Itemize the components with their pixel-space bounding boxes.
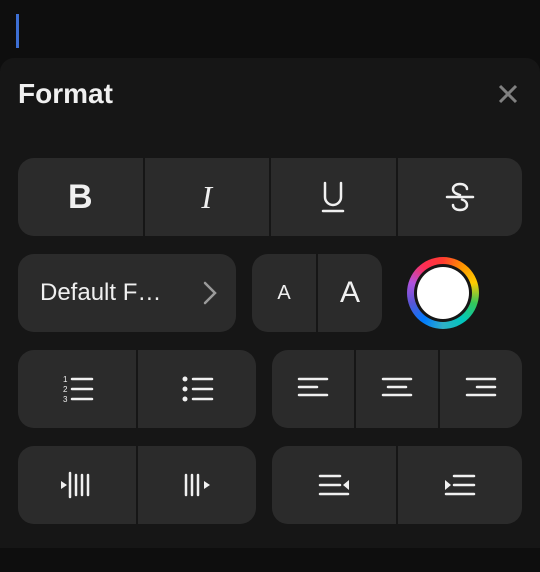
- text-style-group: B I: [18, 158, 522, 236]
- list-group: 1 2 3: [18, 350, 256, 428]
- small-a-icon: A: [277, 282, 290, 305]
- ltr-icon: [442, 471, 478, 499]
- underline-button[interactable]: [271, 158, 396, 236]
- panel-header: Format: [18, 58, 522, 130]
- increase-indent-button[interactable]: [138, 446, 256, 524]
- decrease-indent-icon: [60, 470, 94, 500]
- chevron-right-icon: [202, 280, 218, 306]
- close-button[interactable]: [494, 80, 522, 108]
- panel-title: Format: [18, 78, 113, 110]
- text-direction-group: [272, 446, 522, 524]
- text-cursor: [16, 14, 19, 48]
- indent-group: [18, 446, 256, 524]
- align-center-icon: [381, 375, 413, 403]
- close-icon: [496, 82, 520, 106]
- list-align-row: 1 2 3: [18, 350, 522, 428]
- align-right-icon: [465, 375, 497, 403]
- alignment-group: [272, 350, 522, 428]
- svg-text:3: 3: [63, 395, 68, 404]
- increase-indent-icon: [180, 470, 214, 500]
- align-right-button[interactable]: [440, 350, 522, 428]
- font-picker-button[interactable]: Default F…: [18, 254, 236, 332]
- font-name-label: Default F…: [40, 279, 161, 307]
- font-row: Default F… A A: [18, 254, 522, 332]
- rtl-icon: [316, 471, 352, 499]
- color-swatch-icon: [417, 267, 469, 319]
- align-left-icon: [297, 375, 329, 403]
- align-center-button[interactable]: [356, 350, 438, 428]
- font-size-larger-button[interactable]: A: [318, 254, 382, 332]
- format-panel: Format B I: [0, 58, 540, 548]
- italic-icon: I: [201, 179, 212, 216]
- decrease-indent-button[interactable]: [18, 446, 136, 524]
- align-left-button[interactable]: [272, 350, 354, 428]
- text-style-row: B I: [18, 158, 522, 236]
- controls-grid: B I Default F…: [18, 158, 522, 524]
- strikethrough-icon: [444, 181, 476, 213]
- bulleted-list-icon: [180, 374, 214, 404]
- italic-button[interactable]: I: [145, 158, 270, 236]
- numbered-list-button[interactable]: 1 2 3: [18, 350, 136, 428]
- svg-text:2: 2: [63, 385, 68, 394]
- font-size-smaller-button[interactable]: A: [252, 254, 316, 332]
- numbered-list-icon: 1 2 3: [60, 374, 94, 404]
- font-size-group: A A: [252, 254, 382, 332]
- editor-area[interactable]: [0, 0, 540, 58]
- color-picker-slot: [398, 254, 488, 332]
- bold-button[interactable]: B: [18, 158, 143, 236]
- text-color-button[interactable]: [407, 257, 479, 329]
- bulleted-list-button[interactable]: [138, 350, 256, 428]
- bold-icon: B: [68, 178, 93, 217]
- indent-direction-row: [18, 446, 522, 524]
- text-direction-ltr-button[interactable]: [398, 446, 522, 524]
- underline-icon: [318, 180, 348, 214]
- svg-text:1: 1: [63, 375, 68, 384]
- big-a-icon: A: [340, 276, 360, 310]
- strikethrough-button[interactable]: [398, 158, 523, 236]
- text-direction-rtl-button[interactable]: [272, 446, 396, 524]
